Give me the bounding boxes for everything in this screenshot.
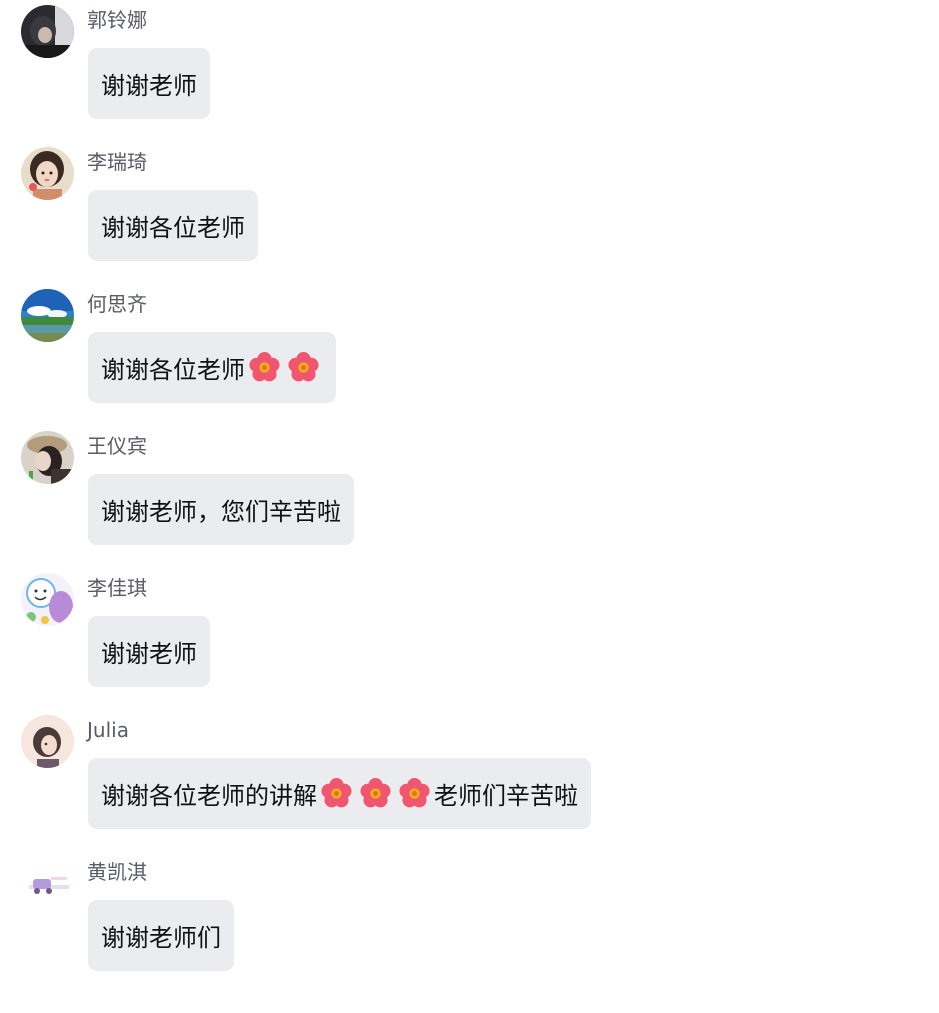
message-text: 谢谢老师们 — [101, 924, 221, 952]
sender-name: 黄凯淇 — [87, 860, 147, 884]
message-text: 谢谢老师 — [101, 640, 197, 668]
flower-emoji-icon — [398, 777, 431, 810]
message-text-after: 老师们辛苦啦 — [434, 782, 578, 810]
message-text: 谢谢各位老师 — [101, 356, 245, 384]
sender-name: 李瑞琦 — [87, 150, 147, 174]
sender-name: 王仪宾 — [87, 434, 147, 458]
chat-message: 王仪宾 谢谢老师，您们辛苦啦 — [20, 426, 920, 556]
avatar[interactable] — [21, 147, 74, 200]
message-text: 谢谢老师 — [101, 72, 197, 100]
flower-emoji-icon — [248, 351, 281, 384]
avatar[interactable] — [21, 5, 74, 58]
message-bubble[interactable]: 谢谢老师们 — [88, 900, 234, 971]
message-text: 谢谢各位老师 — [101, 214, 245, 242]
chat-message: 李佳琪 谢谢老师 — [20, 568, 920, 698]
message-bubble[interactable]: 谢谢各位老师 — [88, 332, 336, 403]
message-bubble[interactable]: 谢谢老师 — [88, 48, 210, 119]
sender-name: 李佳琪 — [87, 576, 147, 600]
sender-name: 郭铃娜 — [87, 8, 147, 32]
chat-message: 黄凯淇 谢谢老师们 — [20, 852, 920, 982]
avatar[interactable] — [21, 857, 74, 910]
flower-emoji-icon — [287, 351, 320, 384]
avatar[interactable] — [21, 573, 74, 626]
message-bubble[interactable]: 谢谢各位老师 — [88, 190, 258, 261]
sender-name: Julia — [87, 718, 129, 742]
chat-message: Julia 谢谢各位老师的讲解 老师们辛苦啦 — [20, 710, 920, 840]
message-bubble[interactable]: 谢谢老师，您们辛苦啦 — [88, 474, 354, 545]
flower-emoji-icon — [359, 777, 392, 810]
message-text-before: 谢谢各位老师的讲解 — [101, 782, 317, 810]
message-bubble[interactable]: 谢谢各位老师的讲解 老师们辛苦啦 — [88, 758, 591, 829]
flower-emoji-icon — [320, 777, 353, 810]
chat-message: 李瑞琦 谢谢各位老师 — [20, 142, 920, 272]
chat-message: 郭铃娜 谢谢老师 — [20, 0, 920, 130]
avatar[interactable] — [21, 431, 74, 484]
avatar[interactable] — [21, 289, 74, 342]
avatar[interactable] — [21, 715, 74, 768]
chat-message: 何思齐 谢谢各位老师 — [20, 284, 920, 414]
message-bubble[interactable]: 谢谢老师 — [88, 616, 210, 687]
message-text: 谢谢老师，您们辛苦啦 — [101, 498, 341, 526]
sender-name: 何思齐 — [87, 292, 147, 316]
